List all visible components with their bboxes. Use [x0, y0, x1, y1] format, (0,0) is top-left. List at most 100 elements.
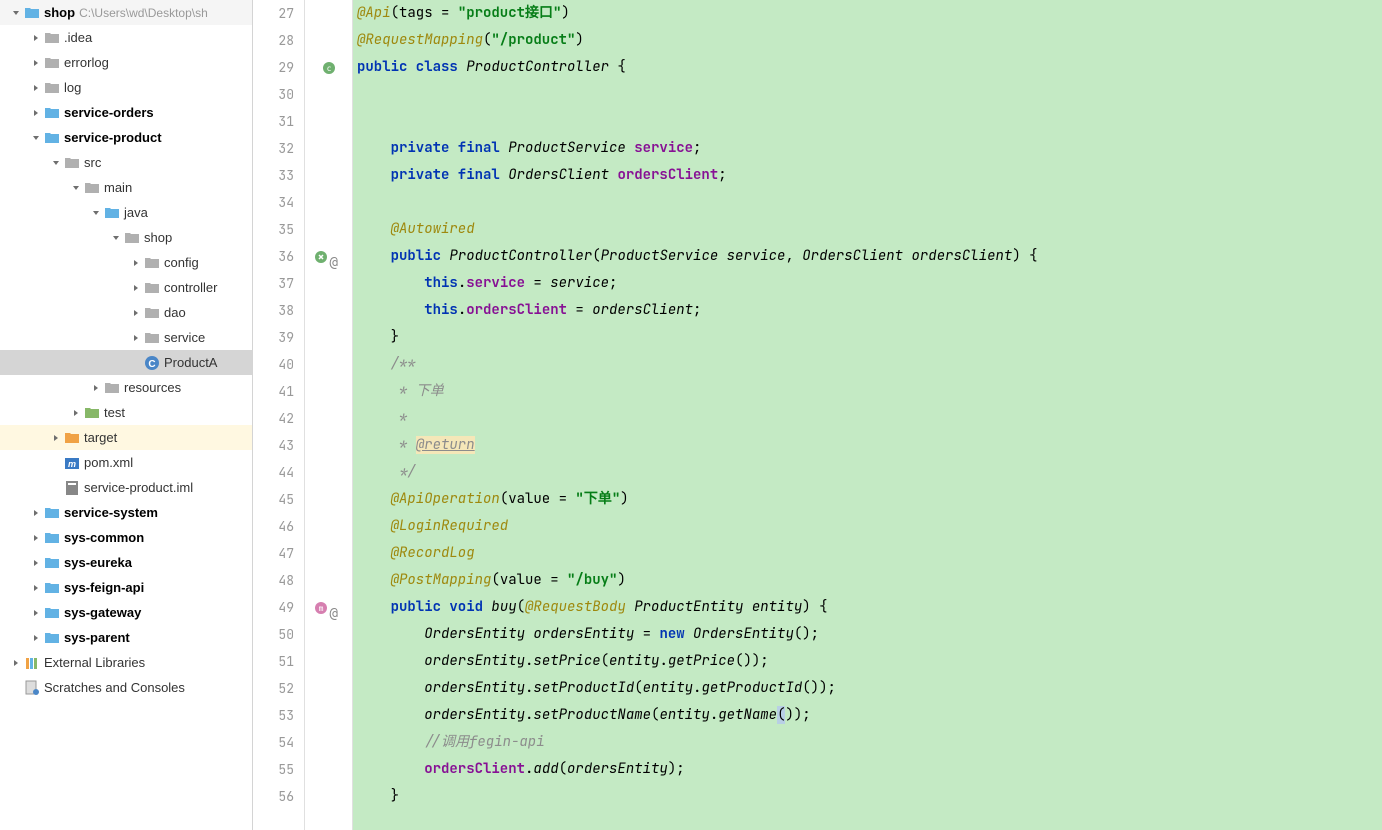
code-editor[interactable]: 2728293031323334353637383940414243444546…: [253, 0, 1382, 830]
code-area[interactable]: @Api(tags = "product接口")@RequestMapping(…: [353, 0, 1382, 830]
gutter-icon-row[interactable]: @: [305, 243, 352, 270]
chevron-icon[interactable]: [28, 505, 44, 521]
code-line[interactable]: * 下单: [357, 378, 1382, 405]
folder-icon: [44, 80, 60, 96]
folder-blue-icon: [44, 530, 60, 546]
code-line[interactable]: */: [357, 459, 1382, 486]
chevron-icon[interactable]: [28, 55, 44, 71]
code-line[interactable]: @RecordLog: [357, 540, 1382, 567]
code-line[interactable]: this.ordersClient = ordersClient;: [357, 297, 1382, 324]
code-line[interactable]: ordersEntity.setPrice(entity.getPrice())…: [357, 648, 1382, 675]
chevron-icon[interactable]: [28, 630, 44, 646]
tree-item-label: log: [64, 80, 81, 95]
tree-item-sys-eureka[interactable]: sys-eureka: [0, 550, 252, 575]
code-line[interactable]: [357, 108, 1382, 135]
gutter-icon-row[interactable]: m@: [305, 594, 352, 621]
chevron-icon[interactable]: [128, 305, 144, 321]
tree-item-sys-parent[interactable]: sys-parent: [0, 625, 252, 650]
code-line[interactable]: }: [357, 783, 1382, 810]
chevron-icon[interactable]: [28, 580, 44, 596]
tree-item-sys-feign-api[interactable]: sys-feign-api: [0, 575, 252, 600]
chevron-icon[interactable]: [8, 5, 24, 21]
gutter-mapping-icon[interactable]: m: [314, 601, 328, 615]
chevron-icon[interactable]: [28, 80, 44, 96]
tree-item-external-libraries[interactable]: External Libraries: [0, 650, 252, 675]
code-line[interactable]: public class ProductController {: [357, 54, 1382, 81]
tree-item-shop[interactable]: shop: [0, 225, 252, 250]
tree-item-scratches-and-consoles[interactable]: Scratches and Consoles: [0, 675, 252, 700]
tree-item-test[interactable]: test: [0, 400, 252, 425]
tree-item-service-product[interactable]: service-product: [0, 125, 252, 150]
chevron-icon[interactable]: [28, 530, 44, 546]
code-line[interactable]: }: [357, 324, 1382, 351]
chevron-icon[interactable]: [48, 430, 64, 446]
tree-item-shop[interactable]: shop C:\Users\wd\Desktop\sh: [0, 0, 252, 25]
code-line[interactable]: private final ProductService service;: [357, 135, 1382, 162]
tree-item-producta[interactable]: CProductA: [0, 350, 252, 375]
code-line[interactable]: *: [357, 405, 1382, 432]
code-line[interactable]: ordersEntity.setProductName(entity.getNa…: [357, 702, 1382, 729]
code-line[interactable]: /**: [357, 351, 1382, 378]
code-line[interactable]: @Api(tags = "product接口"): [357, 0, 1382, 27]
chevron-icon[interactable]: [68, 405, 84, 421]
tree-item--idea[interactable]: .idea: [0, 25, 252, 50]
chevron-icon[interactable]: [28, 605, 44, 621]
folder-icon: [64, 155, 80, 171]
tree-item-target[interactable]: target: [0, 425, 252, 450]
tree-item-pom-xml[interactable]: mpom.xml: [0, 450, 252, 475]
code-line[interactable]: @Autowired: [357, 216, 1382, 243]
chevron-icon[interactable]: [48, 155, 64, 171]
tree-item-dao[interactable]: dao: [0, 300, 252, 325]
tree-item-service-product-iml[interactable]: service-product.iml: [0, 475, 252, 500]
gutter-at-icon[interactable]: @: [330, 250, 344, 264]
tree-item-resources[interactable]: resources: [0, 375, 252, 400]
tree-item-src[interactable]: src: [0, 150, 252, 175]
tree-item-log[interactable]: log: [0, 75, 252, 100]
code-line[interactable]: this.service = service;: [357, 270, 1382, 297]
code-line[interactable]: OrdersEntity ordersEntity = new OrdersEn…: [357, 621, 1382, 648]
tree-item-label: sys-eureka: [64, 555, 132, 570]
tree-item-sys-gateway[interactable]: sys-gateway: [0, 600, 252, 625]
chevron-icon[interactable]: [128, 255, 144, 271]
code-line[interactable]: @ApiOperation(value = "下单"): [357, 486, 1382, 513]
gutter-bean-icon[interactable]: [314, 250, 328, 264]
chevron-icon[interactable]: [88, 380, 104, 396]
code-line[interactable]: ordersClient.add(ordersEntity);: [357, 756, 1382, 783]
chevron-icon[interactable]: [8, 655, 24, 671]
chevron-icon[interactable]: [28, 105, 44, 121]
code-line[interactable]: //调用fegin-api: [357, 729, 1382, 756]
chevron-icon[interactable]: [28, 555, 44, 571]
code-line[interactable]: private final OrdersClient ordersClient;: [357, 162, 1382, 189]
tree-item-sys-common[interactable]: sys-common: [0, 525, 252, 550]
chevron-icon[interactable]: [88, 205, 104, 221]
tree-item-service-system[interactable]: service-system: [0, 500, 252, 525]
code-line[interactable]: @RequestMapping("/product"): [357, 27, 1382, 54]
tree-item-config[interactable]: config: [0, 250, 252, 275]
code-line[interactable]: [357, 81, 1382, 108]
tree-item-java[interactable]: java: [0, 200, 252, 225]
code-line[interactable]: ordersEntity.setProductId(entity.getProd…: [357, 675, 1382, 702]
project-tree[interactable]: shop C:\Users\wd\Desktop\sh.ideaerrorlog…: [0, 0, 253, 830]
chevron-icon[interactable]: [108, 230, 124, 246]
gutter-icons[interactable]: c@m@: [305, 0, 353, 830]
gutter-icon-row[interactable]: c: [305, 54, 352, 81]
code-line[interactable]: public void buy(@RequestBody ProductEnti…: [357, 594, 1382, 621]
chevron-icon[interactable]: [68, 180, 84, 196]
code-line[interactable]: [357, 189, 1382, 216]
gutter-at-icon[interactable]: @: [330, 601, 344, 615]
tree-item-service-orders[interactable]: service-orders: [0, 100, 252, 125]
tree-item-errorlog[interactable]: errorlog: [0, 50, 252, 75]
tree-item-service[interactable]: service: [0, 325, 252, 350]
code-line[interactable]: * @return: [357, 432, 1382, 459]
code-line[interactable]: @PostMapping(value = "/buy"): [357, 567, 1382, 594]
chevron-icon[interactable]: [128, 280, 144, 296]
code-line[interactable]: public ProductController(ProductService …: [357, 243, 1382, 270]
tree-item-main[interactable]: main: [0, 175, 252, 200]
code-line[interactable]: @LoginRequired: [357, 513, 1382, 540]
chevron-icon[interactable]: [128, 330, 144, 346]
gutter-class-icon[interactable]: c: [322, 61, 336, 75]
chevron-icon[interactable]: [28, 130, 44, 146]
line-number: 29: [253, 54, 294, 81]
chevron-icon[interactable]: [28, 30, 44, 46]
tree-item-controller[interactable]: controller: [0, 275, 252, 300]
